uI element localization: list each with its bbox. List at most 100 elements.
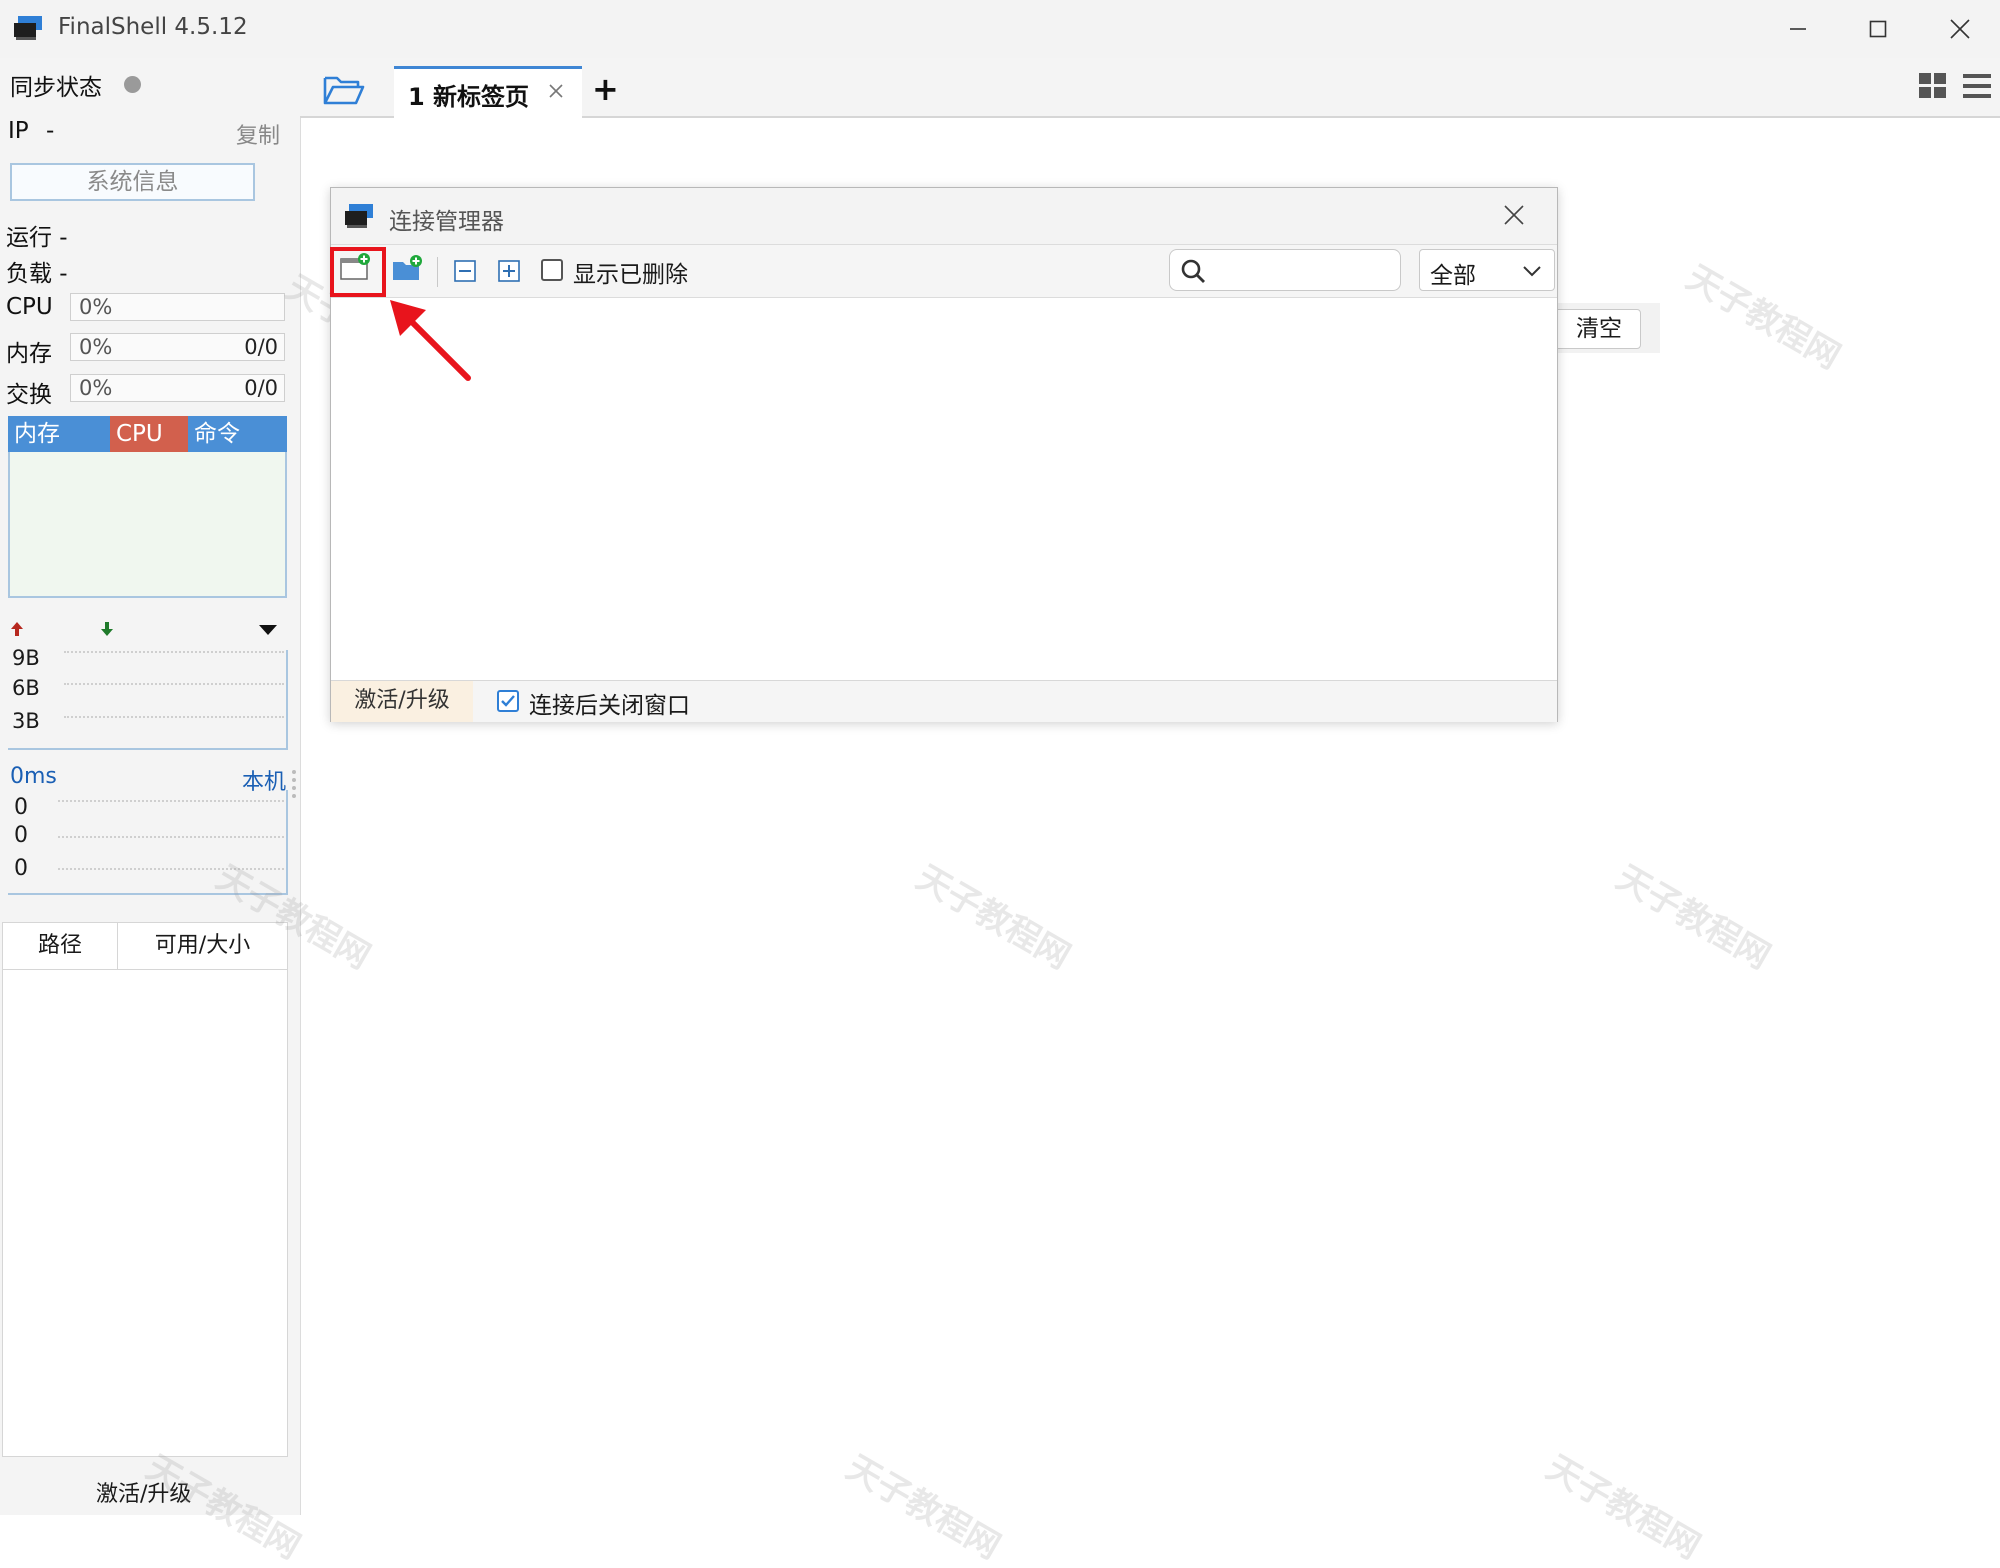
hamburger-menu-icon	[1963, 74, 1991, 98]
checkmark-icon	[501, 695, 515, 707]
highlight-box	[330, 247, 386, 297]
ping-value-3: 0	[14, 856, 28, 881]
memory-label: 内存	[6, 341, 52, 367]
net-gridline	[64, 651, 284, 653]
group-filter-value: 全部	[1430, 263, 1476, 289]
folder-add-icon	[393, 255, 422, 280]
swap-usage-bar: 0% 0/0	[70, 374, 285, 402]
connection-manager-dialog: 连接管理器 显示已删除 全部 激活/升级 连接后关闭窗口	[330, 187, 1558, 722]
close-window-button[interactable]	[1920, 0, 2000, 58]
net-gridline	[64, 716, 284, 718]
system-info-button[interactable]: 系统信息	[10, 163, 255, 201]
add-tab-button[interactable]: +	[592, 70, 619, 108]
net-scale-1: 9B	[12, 646, 40, 670]
search-input[interactable]	[1169, 249, 1401, 291]
show-deleted-checkbox[interactable]	[541, 259, 563, 281]
window-title: FinalShell 4.5.12	[58, 14, 248, 40]
process-chart-tabs: 内存 CPU 命令	[8, 416, 287, 452]
swap-label: 交换	[6, 382, 52, 408]
search-icon	[1181, 259, 1205, 283]
clear-button[interactable]: 清空	[1545, 309, 1641, 349]
minimize-button[interactable]	[1758, 0, 1838, 58]
sync-status-label: 同步状态	[10, 75, 102, 101]
chevron-down-icon	[1523, 266, 1541, 277]
disk-column-size[interactable]: 可用/大小	[118, 923, 287, 970]
memory-usage-bar: 0% 0/0	[70, 333, 285, 361]
ping-value-2: 0	[14, 823, 28, 848]
ping-gridline	[58, 800, 284, 802]
close-icon	[549, 84, 563, 98]
connection-tree[interactable]	[331, 298, 1557, 680]
minimize-icon	[1790, 28, 1806, 30]
panel-resize-handle[interactable]	[292, 770, 300, 798]
watermark: 天子教程网	[1609, 857, 1777, 978]
watermark: 天子教程网	[909, 857, 1077, 978]
cpu-usage-bar: 0%	[70, 293, 285, 321]
close-icon	[1504, 205, 1524, 225]
open-connection-manager-button[interactable]	[322, 72, 366, 112]
swap-ratio: 0/0	[244, 376, 278, 400]
title-bar: FinalShell 4.5.12	[0, 0, 2000, 58]
ping-value-1: 0	[14, 795, 28, 820]
tab-command[interactable]: 命令	[188, 416, 287, 452]
network-graph-border	[286, 650, 288, 750]
dialog-activate-upgrade-button[interactable]: 激活/升级	[331, 681, 473, 722]
close-after-connect-checkbox[interactable]	[497, 690, 519, 712]
download-arrow-icon	[98, 620, 116, 642]
tab-close-button[interactable]	[548, 83, 564, 103]
swap-percent: 0%	[79, 376, 113, 400]
disk-table: 路径 可用/大小	[2, 922, 288, 1457]
expand-all-button[interactable]	[497, 259, 521, 287]
sync-status-dot	[124, 76, 141, 93]
net-scale-3: 3B	[12, 709, 40, 733]
memory-percent: 0%	[79, 335, 113, 359]
network-interface-dropdown[interactable]	[258, 622, 278, 641]
expand-icon	[498, 260, 520, 282]
tab-label: 1 新标签页	[408, 83, 530, 111]
cpu-percent: 0%	[79, 295, 113, 319]
collapse-icon	[454, 260, 476, 282]
finalshell-app-icon	[14, 16, 44, 40]
dialog-title: 连接管理器	[389, 209, 504, 235]
copy-ip-link[interactable]: 复制	[236, 118, 280, 150]
show-deleted-label: 显示已删除	[573, 262, 688, 288]
collapse-all-button[interactable]	[453, 259, 477, 287]
new-folder-button[interactable]	[391, 254, 423, 288]
upload-arrow-icon	[8, 620, 26, 642]
ping-host-label[interactable]: 本机	[242, 764, 286, 796]
red-arrow-annotation	[390, 300, 471, 381]
tab-memory[interactable]: 内存	[8, 416, 110, 452]
memory-ratio: 0/0	[244, 335, 278, 359]
watermark: 天子教程网	[1539, 1447, 1707, 1568]
uptime-label: 运行 -	[6, 225, 68, 251]
disk-column-path[interactable]: 路径	[3, 923, 118, 970]
ping-latency-label: 0ms	[10, 764, 57, 789]
net-scale-2: 6B	[12, 676, 40, 700]
close-after-connect-label: 连接后关闭窗口	[529, 693, 690, 719]
watermark: 天子教程网	[1679, 257, 1847, 378]
chevron-down-icon	[259, 625, 277, 635]
layout-grid-button[interactable]	[1918, 72, 1948, 104]
close-icon	[1950, 19, 1970, 39]
cpu-label: CPU	[6, 294, 53, 320]
net-gridline	[64, 683, 284, 685]
grid-icon	[1919, 73, 1946, 98]
dialog-footer: 激活/升级 连接后关闭窗口	[331, 680, 1557, 722]
tab-cpu[interactable]: CPU	[110, 416, 188, 452]
ip-label: IP	[8, 118, 29, 144]
maximize-button[interactable]	[1838, 0, 1918, 58]
maximize-icon	[1869, 20, 1887, 38]
dialog-close-button[interactable]	[1503, 204, 1525, 230]
toolbar-separator	[437, 257, 438, 287]
load-label: 负载 -	[6, 261, 68, 287]
finalshell-app-icon	[345, 204, 375, 232]
dialog-title-bar: 连接管理器	[331, 188, 1557, 244]
ping-graph-border	[286, 790, 288, 895]
ping-gridline	[58, 836, 284, 838]
dialog-toolbar: 显示已删除 全部	[331, 244, 1557, 298]
ip-value: -	[46, 118, 55, 144]
tab-new-tab-1[interactable]: 1 新标签页	[394, 66, 582, 118]
main-menu-button[interactable]	[1962, 72, 1992, 104]
network-graph-bottom-border	[8, 748, 288, 750]
group-filter-select[interactable]: 全部	[1419, 249, 1555, 291]
